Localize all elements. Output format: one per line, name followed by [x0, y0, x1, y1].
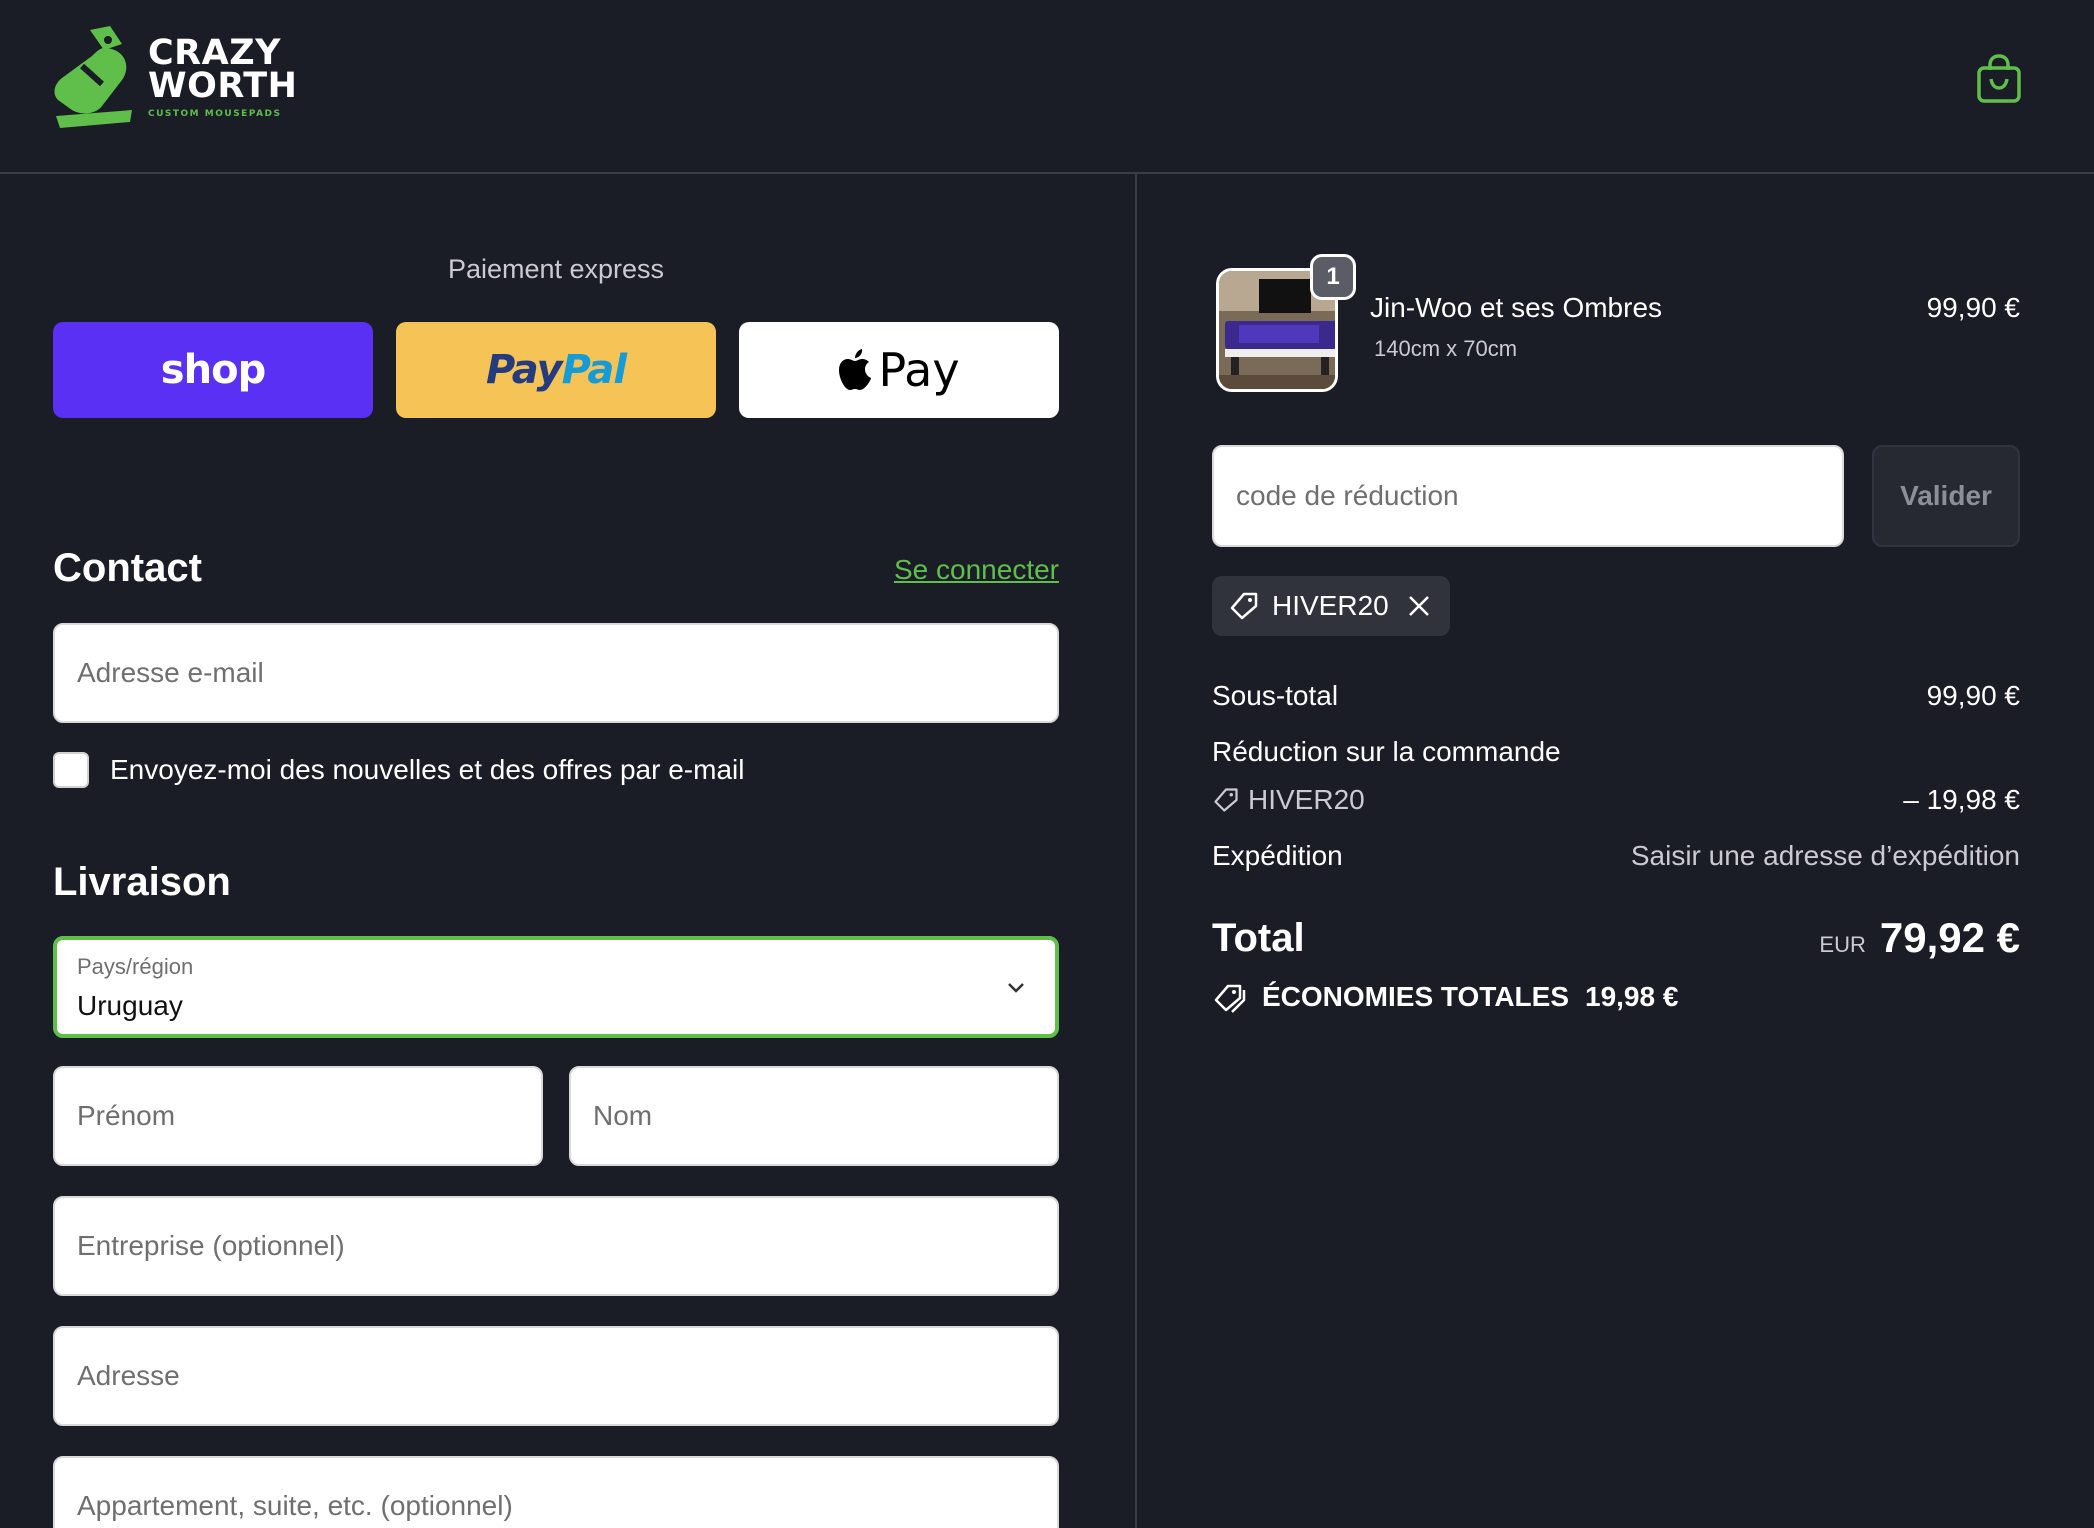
apple-pay-label: Pay: [878, 343, 960, 397]
shipping-label: Expédition: [1212, 840, 1343, 871]
paypal-logo: PayPal: [485, 347, 627, 393]
first-name-field[interactable]: [53, 1066, 543, 1166]
company-input[interactable]: [77, 1230, 1057, 1262]
contact-heading: Contact: [53, 546, 202, 590]
column-divider: [1135, 174, 1137, 1528]
applied-discount-chip: HIVER20: [1212, 576, 1450, 636]
product-name: Jin-Woo et ses Ombres: [1370, 292, 1663, 323]
newsletter-label: Envoyez-moi des nouvelles et des offres …: [110, 754, 745, 785]
currency-code: EUR: [1819, 932, 1866, 957]
tag-icon: [1230, 592, 1258, 620]
discount-code-row: HIVER20: [1212, 784, 1365, 816]
brand-tagline: CUSTOM MOUSEPADS: [148, 109, 282, 119]
apartment-field[interactable]: [53, 1456, 1059, 1528]
apple-pay-button[interactable]: Pay: [739, 322, 1059, 418]
discount-code-field[interactable]: [1212, 445, 1844, 547]
tags-icon: [1214, 984, 1246, 1013]
subtotal-label: Sous-total: [1212, 680, 1339, 711]
chevron-down-icon: [1008, 983, 1024, 993]
newsletter-checkbox[interactable]: [53, 752, 89, 788]
delivery-heading: Livraison: [53, 860, 231, 904]
newsletter-option[interactable]: Envoyez-moi des nouvelles et des offres …: [53, 752, 744, 788]
product-variant: 140cm x 70cm: [1374, 336, 1518, 361]
savings-label: ÉCONOMIES TOTALES: [1262, 981, 1569, 1012]
shop-pay-label: shop: [160, 347, 266, 393]
last-name-field[interactable]: [569, 1066, 1059, 1166]
subtotal-value: 99,90 €: [1926, 680, 2020, 711]
quantity-badge: 1: [1310, 254, 1356, 300]
brand-name-line2: WORTH: [148, 66, 298, 106]
product-price: 99,90 €: [1926, 292, 2020, 323]
total-amount: 79,92 €: [1879, 914, 2020, 961]
first-name-input[interactable]: [77, 1100, 541, 1132]
header: CRAZY WORTH CUSTOM MOUSEPADS: [0, 0, 2094, 174]
country-value: Uruguay: [77, 990, 183, 1021]
apply-discount-button[interactable]: Valider: [1872, 445, 2020, 547]
tag-icon: [1214, 788, 1238, 812]
remove-code-icon[interactable]: [1407, 594, 1431, 618]
company-field[interactable]: [53, 1196, 1059, 1296]
discount-code-input[interactable]: [1236, 480, 1842, 512]
paypal-button[interactable]: PayPal: [396, 322, 716, 418]
savings-amount: 19,98 €: [1585, 981, 1679, 1012]
discount-value: – 19,98 €: [1903, 784, 2020, 815]
last-name-input[interactable]: [593, 1100, 1057, 1132]
brand-logo[interactable]: CRAZY WORTH CUSTOM MOUSEPADS: [52, 22, 338, 134]
shipping-value: Saisir une adresse d’expédition: [1630, 840, 2020, 871]
order-discount-label: Réduction sur la commande: [1212, 736, 1561, 767]
address-input[interactable]: [77, 1360, 1057, 1392]
email-input[interactable]: [77, 657, 1057, 689]
login-link[interactable]: Se connecter: [894, 554, 1059, 586]
shopping-bag-icon[interactable]: [1976, 54, 2022, 104]
shop-pay-button[interactable]: shop: [53, 322, 373, 418]
country-label: Pays/région: [77, 954, 194, 979]
discount-code-name: HIVER20: [1248, 784, 1365, 815]
express-checkout-title: Paiement express: [447, 254, 665, 284]
apple-icon: [839, 349, 872, 390]
country-select[interactable]: Pays/région Uruguay: [53, 936, 1059, 1038]
email-field[interactable]: [53, 623, 1059, 723]
total-savings: ÉCONOMIES TOTALES 19,98 €: [1212, 980, 1678, 1014]
applied-code: HIVER20: [1272, 590, 1389, 621]
total-value: EUR 79,92 €: [1819, 914, 2020, 962]
address-field[interactable]: [53, 1326, 1059, 1426]
total-label: Total: [1212, 916, 1305, 960]
apartment-input[interactable]: [77, 1490, 1057, 1522]
mouse-logo-icon: [54, 26, 132, 128]
